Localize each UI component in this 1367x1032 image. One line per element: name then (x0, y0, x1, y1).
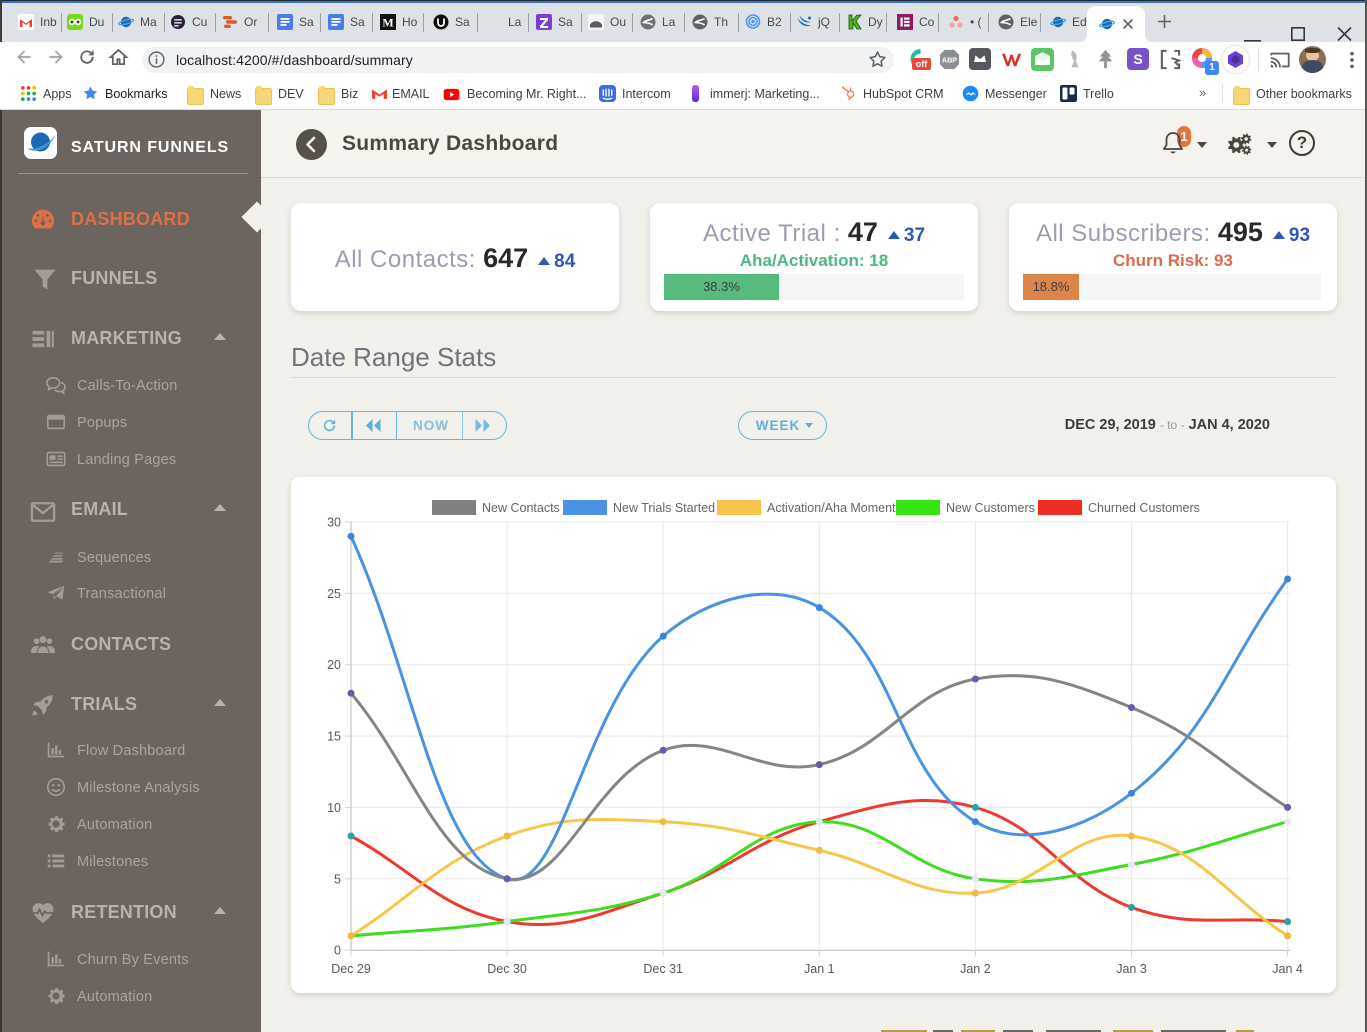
svg-text:10: 10 (327, 801, 341, 815)
svg-text:5: 5 (334, 872, 341, 886)
svg-text:Jan 3: Jan 3 (1116, 962, 1147, 976)
svg-text:0: 0 (334, 944, 341, 958)
svg-text:20: 20 (327, 658, 341, 672)
svg-text:ABP: ABP (942, 56, 957, 64)
svg-text:Dec 29: Dec 29 (331, 962, 371, 976)
svg-text:M: M (382, 16, 393, 30)
svg-text:Dec 31: Dec 31 (643, 962, 683, 976)
svg-text:30: 30 (327, 515, 341, 529)
svg-text:Dec 30: Dec 30 (487, 962, 527, 976)
svg-text:Jan 4: Jan 4 (1272, 962, 1303, 976)
svg-text:Jan 1: Jan 1 (804, 962, 835, 976)
svg-text:25: 25 (327, 587, 341, 601)
svg-text:Jan 2: Jan 2 (960, 962, 991, 976)
svg-text:15: 15 (327, 730, 341, 744)
